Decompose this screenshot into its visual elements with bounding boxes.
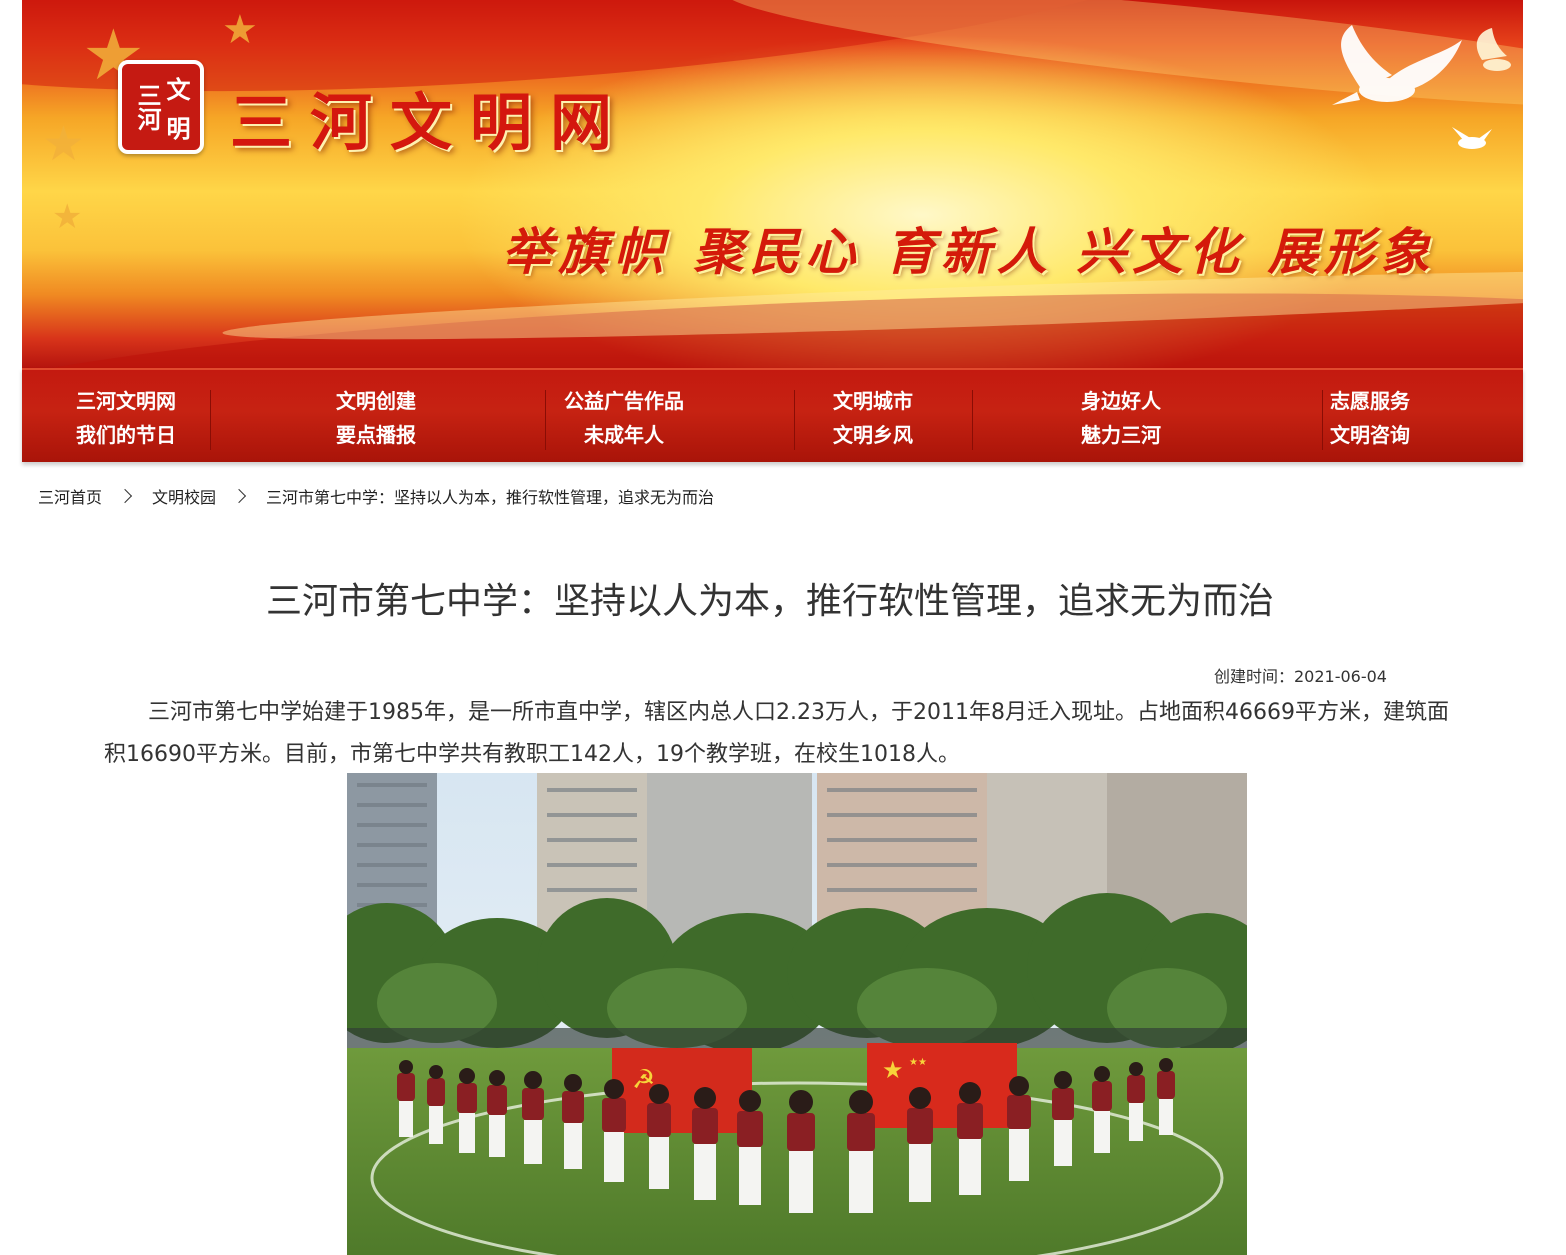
main-nav: 三河文明网 我们的节日 文明创建 要点播报 公益广告作品 未成年人 文明城市 文… xyxy=(22,368,1523,462)
site-logo-seal: 文 三河 明 xyxy=(118,60,204,154)
site-slogan: 举旗帜 聚民心 育新人 兴文化 展形象 xyxy=(502,222,1436,281)
article-title: 三河市第七中学：坚持以人为本，推行软性管理，追求无为而治 xyxy=(265,581,1274,622)
star-icon: ★ xyxy=(222,7,258,53)
breadcrumb-section-link[interactable]: 文明校园 xyxy=(152,484,216,508)
nav-column-2: 文明创建 要点播报 xyxy=(336,384,416,452)
site-title: 三河文明网 xyxy=(230,86,631,159)
nav-link-rural-customs[interactable]: 文明乡风 xyxy=(833,418,913,452)
dove-icon xyxy=(1452,127,1492,149)
nav-link-key-news[interactable]: 要点播报 xyxy=(336,418,416,452)
breadcrumb: 三河首页 文明校园 三河市第七中学：坚持以人为本，推行软性管理，追求无为而治 xyxy=(38,484,714,508)
nav-link-sanhe-wenming[interactable]: 三河文明网 xyxy=(76,384,176,418)
star-icon: ★ xyxy=(42,116,86,172)
breadcrumb-home-link[interactable]: 三河首页 xyxy=(38,484,102,508)
nav-divider xyxy=(972,390,973,450)
nav-column-5: 身边好人 魅力三河 xyxy=(1081,384,1161,452)
svg-text:★★: ★★ xyxy=(909,1057,927,1068)
nav-link-civilization-building[interactable]: 文明创建 xyxy=(336,384,416,418)
dove-icon xyxy=(1332,25,1511,105)
nav-column-3: 公益广告作品 未成年人 xyxy=(564,384,684,452)
site-banner: ★ ★ ★ ★ 文 三河 明 三河文明网 举旗帜 聚民心 育新人 兴文化 展形象 xyxy=(22,0,1523,368)
svg-text:★: ★ xyxy=(882,1056,904,1084)
page: ★ ★ ★ ★ 文 三河 明 三河文明网 举旗帜 聚民心 育新人 兴文化 展形象 xyxy=(0,0,1566,1255)
chevron-right-icon xyxy=(231,488,247,504)
nav-divider xyxy=(210,390,211,450)
nav-link-volunteer-service[interactable]: 志愿服务 xyxy=(1330,384,1410,418)
nav-link-festivals[interactable]: 我们的节日 xyxy=(76,418,176,452)
article-photo: ☭ ★ ★★ xyxy=(347,773,1247,1255)
nav-link-charm-sanhe[interactable]: 魅力三河 xyxy=(1081,418,1161,452)
nav-divider xyxy=(545,390,546,450)
chevron-right-icon xyxy=(117,488,133,504)
star-icon: ★ xyxy=(52,197,83,237)
nav-column-6: 志愿服务 文明咨询 xyxy=(1330,384,1410,452)
school-students-photo-icon: ☭ ★ ★★ xyxy=(347,773,1247,1255)
nav-link-civilized-city[interactable]: 文明城市 xyxy=(833,384,913,418)
nav-column-4: 文明城市 文明乡风 xyxy=(833,384,913,452)
nav-link-good-people[interactable]: 身边好人 xyxy=(1081,384,1161,418)
article-created-time: 创建时间：2021-06-04 xyxy=(1214,667,1387,686)
nav-divider xyxy=(794,390,795,450)
article-paragraph: 三河市第七中学始建于1985年，是一所市直中学，辖区内总人口2.23万人，于20… xyxy=(104,700,1449,767)
nav-column-1: 三河文明网 我们的节日 xyxy=(76,384,176,452)
nav-link-minors[interactable]: 未成年人 xyxy=(584,418,664,452)
nav-divider xyxy=(1322,390,1323,450)
nav-link-public-ads[interactable]: 公益广告作品 xyxy=(564,384,684,418)
nav-link-consultation[interactable]: 文明咨询 xyxy=(1330,418,1410,452)
breadcrumb-current: 三河市第七中学：坚持以人为本，推行软性管理，追求无为而治 xyxy=(266,488,715,507)
